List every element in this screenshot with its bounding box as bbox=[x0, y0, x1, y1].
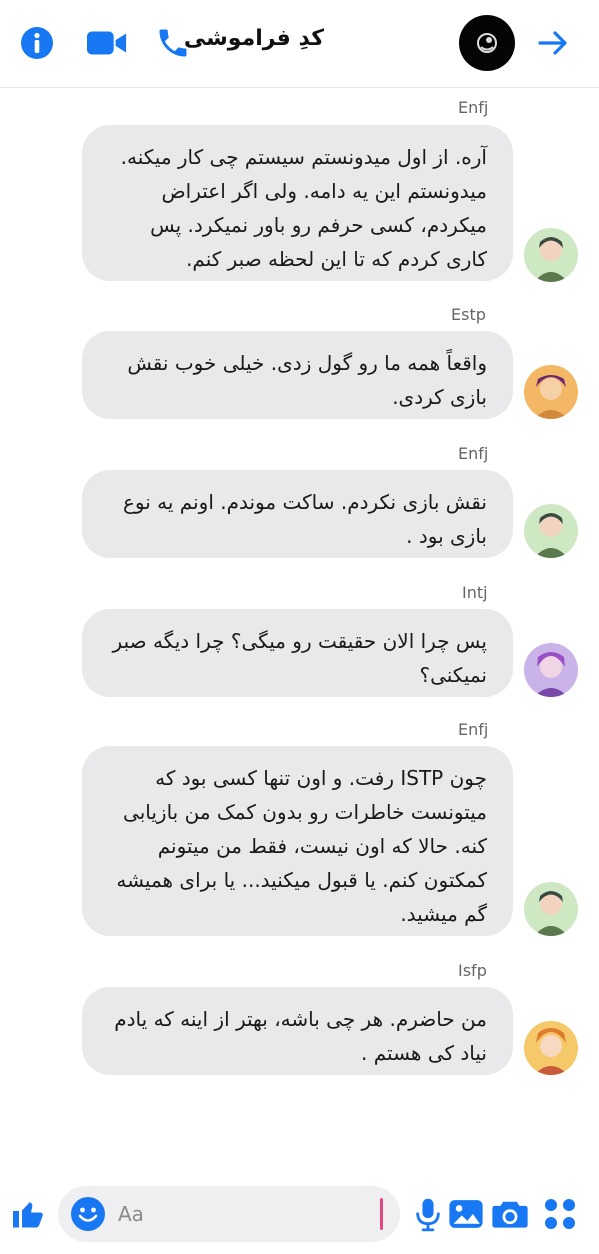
apps-icon bbox=[545, 1199, 575, 1229]
voice-button[interactable] bbox=[408, 1194, 448, 1234]
info-icon bbox=[21, 27, 53, 59]
message-bubble[interactable]: نقش بازی نکردم. ساکت موندم. اونم یه نوع … bbox=[82, 470, 513, 558]
message-input[interactable]: Aa bbox=[58, 1186, 400, 1242]
gallery-icon bbox=[449, 1200, 483, 1228]
avatar[interactable] bbox=[524, 882, 578, 936]
avatar-icon bbox=[534, 1028, 568, 1075]
chat-header: کدِ فراموشی bbox=[0, 0, 599, 88]
video-call-button[interactable] bbox=[86, 22, 128, 64]
camera-button[interactable] bbox=[490, 1194, 530, 1234]
sender-name: Enfj bbox=[458, 444, 489, 463]
message-bubble[interactable]: واقعاً همه ما رو گول زدی. خیلی خوب نقش ب… bbox=[82, 331, 513, 419]
forward-arrow-icon bbox=[538, 31, 567, 55]
camera-icon bbox=[492, 1201, 528, 1228]
avatar-icon bbox=[534, 237, 568, 282]
avatar[interactable] bbox=[524, 1021, 578, 1075]
avatar[interactable] bbox=[524, 228, 578, 282]
sender-name: Enfj bbox=[458, 720, 489, 739]
like-button[interactable] bbox=[8, 1194, 48, 1234]
avatar-icon bbox=[534, 513, 568, 558]
group-avatar-icon bbox=[477, 33, 497, 53]
group-avatar[interactable] bbox=[459, 15, 515, 71]
conversation-title[interactable]: کدِ فراموشی bbox=[184, 26, 324, 51]
gallery-button[interactable] bbox=[446, 1194, 486, 1234]
forward-button[interactable] bbox=[532, 22, 574, 64]
avatar[interactable] bbox=[524, 365, 578, 419]
avatar-icon bbox=[534, 652, 568, 697]
info-button[interactable] bbox=[16, 22, 58, 64]
more-apps-button[interactable] bbox=[540, 1194, 580, 1234]
sender-name: Enfj bbox=[458, 98, 489, 117]
input-placeholder: Aa bbox=[118, 1202, 144, 1226]
text-cursor bbox=[380, 1198, 383, 1230]
message-composer: Aa bbox=[0, 1176, 599, 1254]
sender-name: Isfp bbox=[458, 961, 487, 980]
thumbs-up-icon bbox=[13, 1202, 43, 1228]
sender-name: Intj bbox=[462, 583, 488, 602]
avatar[interactable] bbox=[524, 504, 578, 558]
video-call-icon bbox=[86, 31, 127, 55]
emoji-icon[interactable] bbox=[70, 1196, 106, 1232]
microphone-icon bbox=[416, 1198, 440, 1232]
message-bubble[interactable]: پس چرا الان حقیقت رو میگی؟ چرا دیگه صبر … bbox=[82, 609, 513, 697]
avatar-icon bbox=[534, 891, 568, 936]
message-bubble[interactable]: من حاضرم. هر چی باشه، بهتر از اینه که یا… bbox=[82, 987, 513, 1075]
avatar[interactable] bbox=[524, 643, 578, 697]
sender-name: Estp bbox=[451, 305, 486, 324]
message-bubble[interactable]: چون ISTP رفت. و اون تنها کسی بود که میتو… bbox=[82, 746, 513, 936]
message-bubble[interactable]: آره. از اول میدونستم سیستم چی کار میکنه.… bbox=[82, 125, 513, 281]
avatar-icon bbox=[534, 375, 568, 419]
